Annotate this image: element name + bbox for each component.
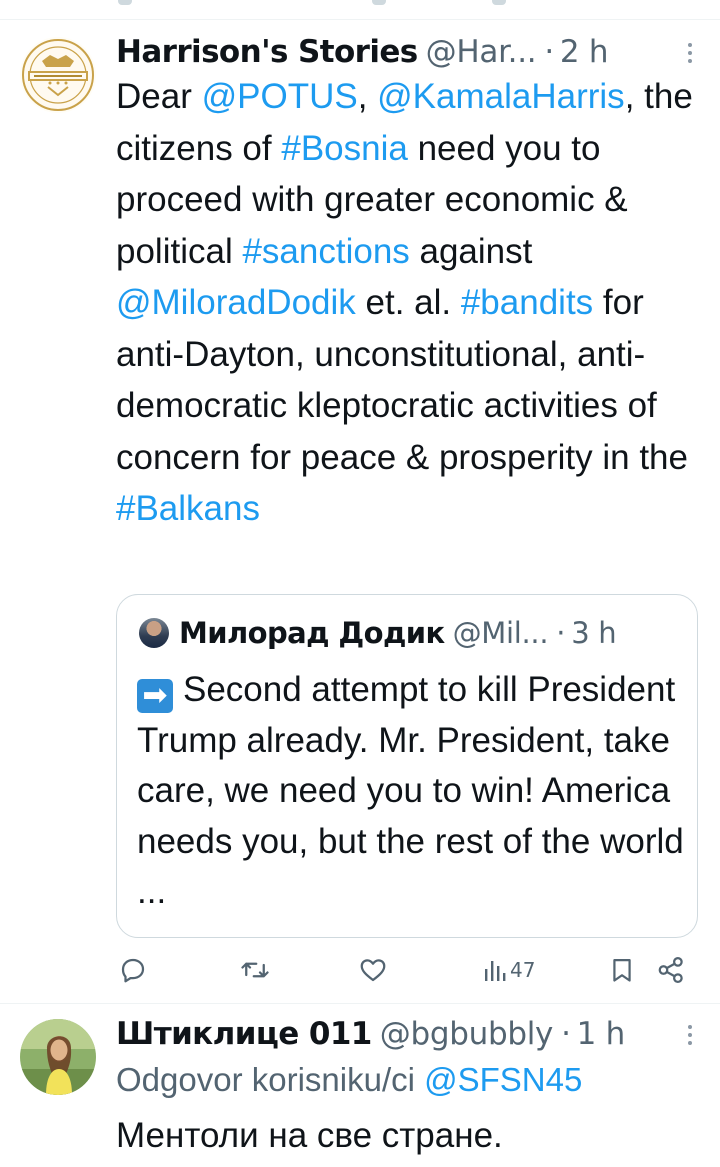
action-bar: 47: [116, 953, 698, 987]
separator: ·: [556, 616, 566, 650]
tweet[interactable]: Штиклице 011 @bgbubbly · 1 h Odgovor kor…: [0, 1005, 720, 1167]
reply-context: Odgovor korisniku/ci @SFSN45: [116, 1061, 582, 1099]
timestamp[interactable]: 1 h: [577, 1016, 626, 1052]
separator: ·: [561, 1016, 571, 1052]
hashtag-link[interactable]: #sanctions: [242, 232, 409, 271]
avatar[interactable]: [20, 1019, 96, 1095]
views-icon: [485, 961, 506, 981]
retweet-icon: [241, 962, 269, 978]
harrisons-stories-logo-icon: [22, 39, 94, 111]
tweet-text: Dear @POTUS, @KamalaHarris, the citizens…: [116, 71, 706, 535]
quote-text-body: Second attempt to kill President Trump a…: [137, 670, 684, 911]
mention-link[interactable]: @KamalaHarris: [377, 77, 625, 116]
previous-views-icon[interactable]: [492, 0, 506, 5]
quote-text: ➡ Second attempt to kill President Trump …: [137, 665, 687, 918]
views-button[interactable]: 47: [484, 953, 535, 987]
tweet-header: Harrison's Stories @Har... · 2 h: [116, 29, 700, 75]
author-name[interactable]: Harrison's Stories: [116, 34, 418, 70]
text-segment: against: [409, 231, 533, 271]
bookmark-icon: [613, 958, 631, 982]
tweet-header: Штиклице 011 @bgbubbly · 1 h: [116, 1011, 700, 1057]
tweet-text: Ментоли на све стране.: [116, 1116, 503, 1155]
timestamp[interactable]: 2 h: [560, 34, 609, 70]
avatar[interactable]: [20, 37, 96, 113]
quote-author-name[interactable]: Милорад Додик: [179, 616, 445, 650]
previous-like-icon[interactable]: [372, 0, 386, 5]
user-photo-icon: [20, 1019, 96, 1095]
mention-link[interactable]: @POTUS: [202, 77, 358, 116]
reply-prefix: Odgovor korisniku/ci: [116, 1061, 425, 1098]
text-segment: ,: [357, 77, 378, 116]
more-options-icon[interactable]: [680, 1025, 700, 1049]
bookmark-button[interactable]: [608, 953, 636, 987]
author-handle[interactable]: @Har...: [426, 34, 537, 70]
hashtag-link[interactable]: #Bosnia: [281, 129, 407, 168]
quote-author-handle[interactable]: @Mil...: [453, 616, 549, 650]
quoted-tweet[interactable]: Милорад Додик @Mil... · 3 h ➡ Second atte…: [116, 594, 698, 938]
previous-tweet-edge: [0, 0, 720, 20]
hashtag-link[interactable]: #bandits: [461, 283, 593, 322]
quote-timestamp[interactable]: 3 h: [571, 616, 616, 650]
text-segment: et. al.: [355, 283, 461, 322]
views-count: 47: [510, 958, 536, 982]
author-name[interactable]: Штиклице 011: [116, 1016, 372, 1052]
previous-reply-icon[interactable]: [118, 0, 132, 5]
retweet-button[interactable]: [240, 953, 270, 987]
text-segment: Dear: [116, 77, 202, 116]
more-options-icon[interactable]: [680, 43, 700, 67]
mention-link[interactable]: @MiloradDodik: [116, 283, 356, 322]
separator: ·: [544, 34, 554, 70]
quote-header: Милорад Додик @Mil... · 3 h: [139, 615, 679, 651]
hashtag-link[interactable]: #Balkans: [116, 489, 260, 528]
reply-icon: [121, 958, 145, 983]
tweet[interactable]: Harrison's Stories @Har... · 2 h Dear @P…: [0, 21, 720, 1004]
reply-button[interactable]: [118, 953, 148, 987]
share-icon: [658, 957, 683, 983]
share-button[interactable]: [656, 953, 686, 987]
like-button[interactable]: [358, 953, 388, 987]
reply-to-link[interactable]: @SFSN45: [424, 1061, 582, 1098]
heart-icon: [360, 959, 386, 982]
author-handle[interactable]: @bgbubbly: [380, 1016, 554, 1052]
avatar[interactable]: [139, 618, 169, 648]
right-arrow-icon: ➡: [137, 679, 173, 713]
